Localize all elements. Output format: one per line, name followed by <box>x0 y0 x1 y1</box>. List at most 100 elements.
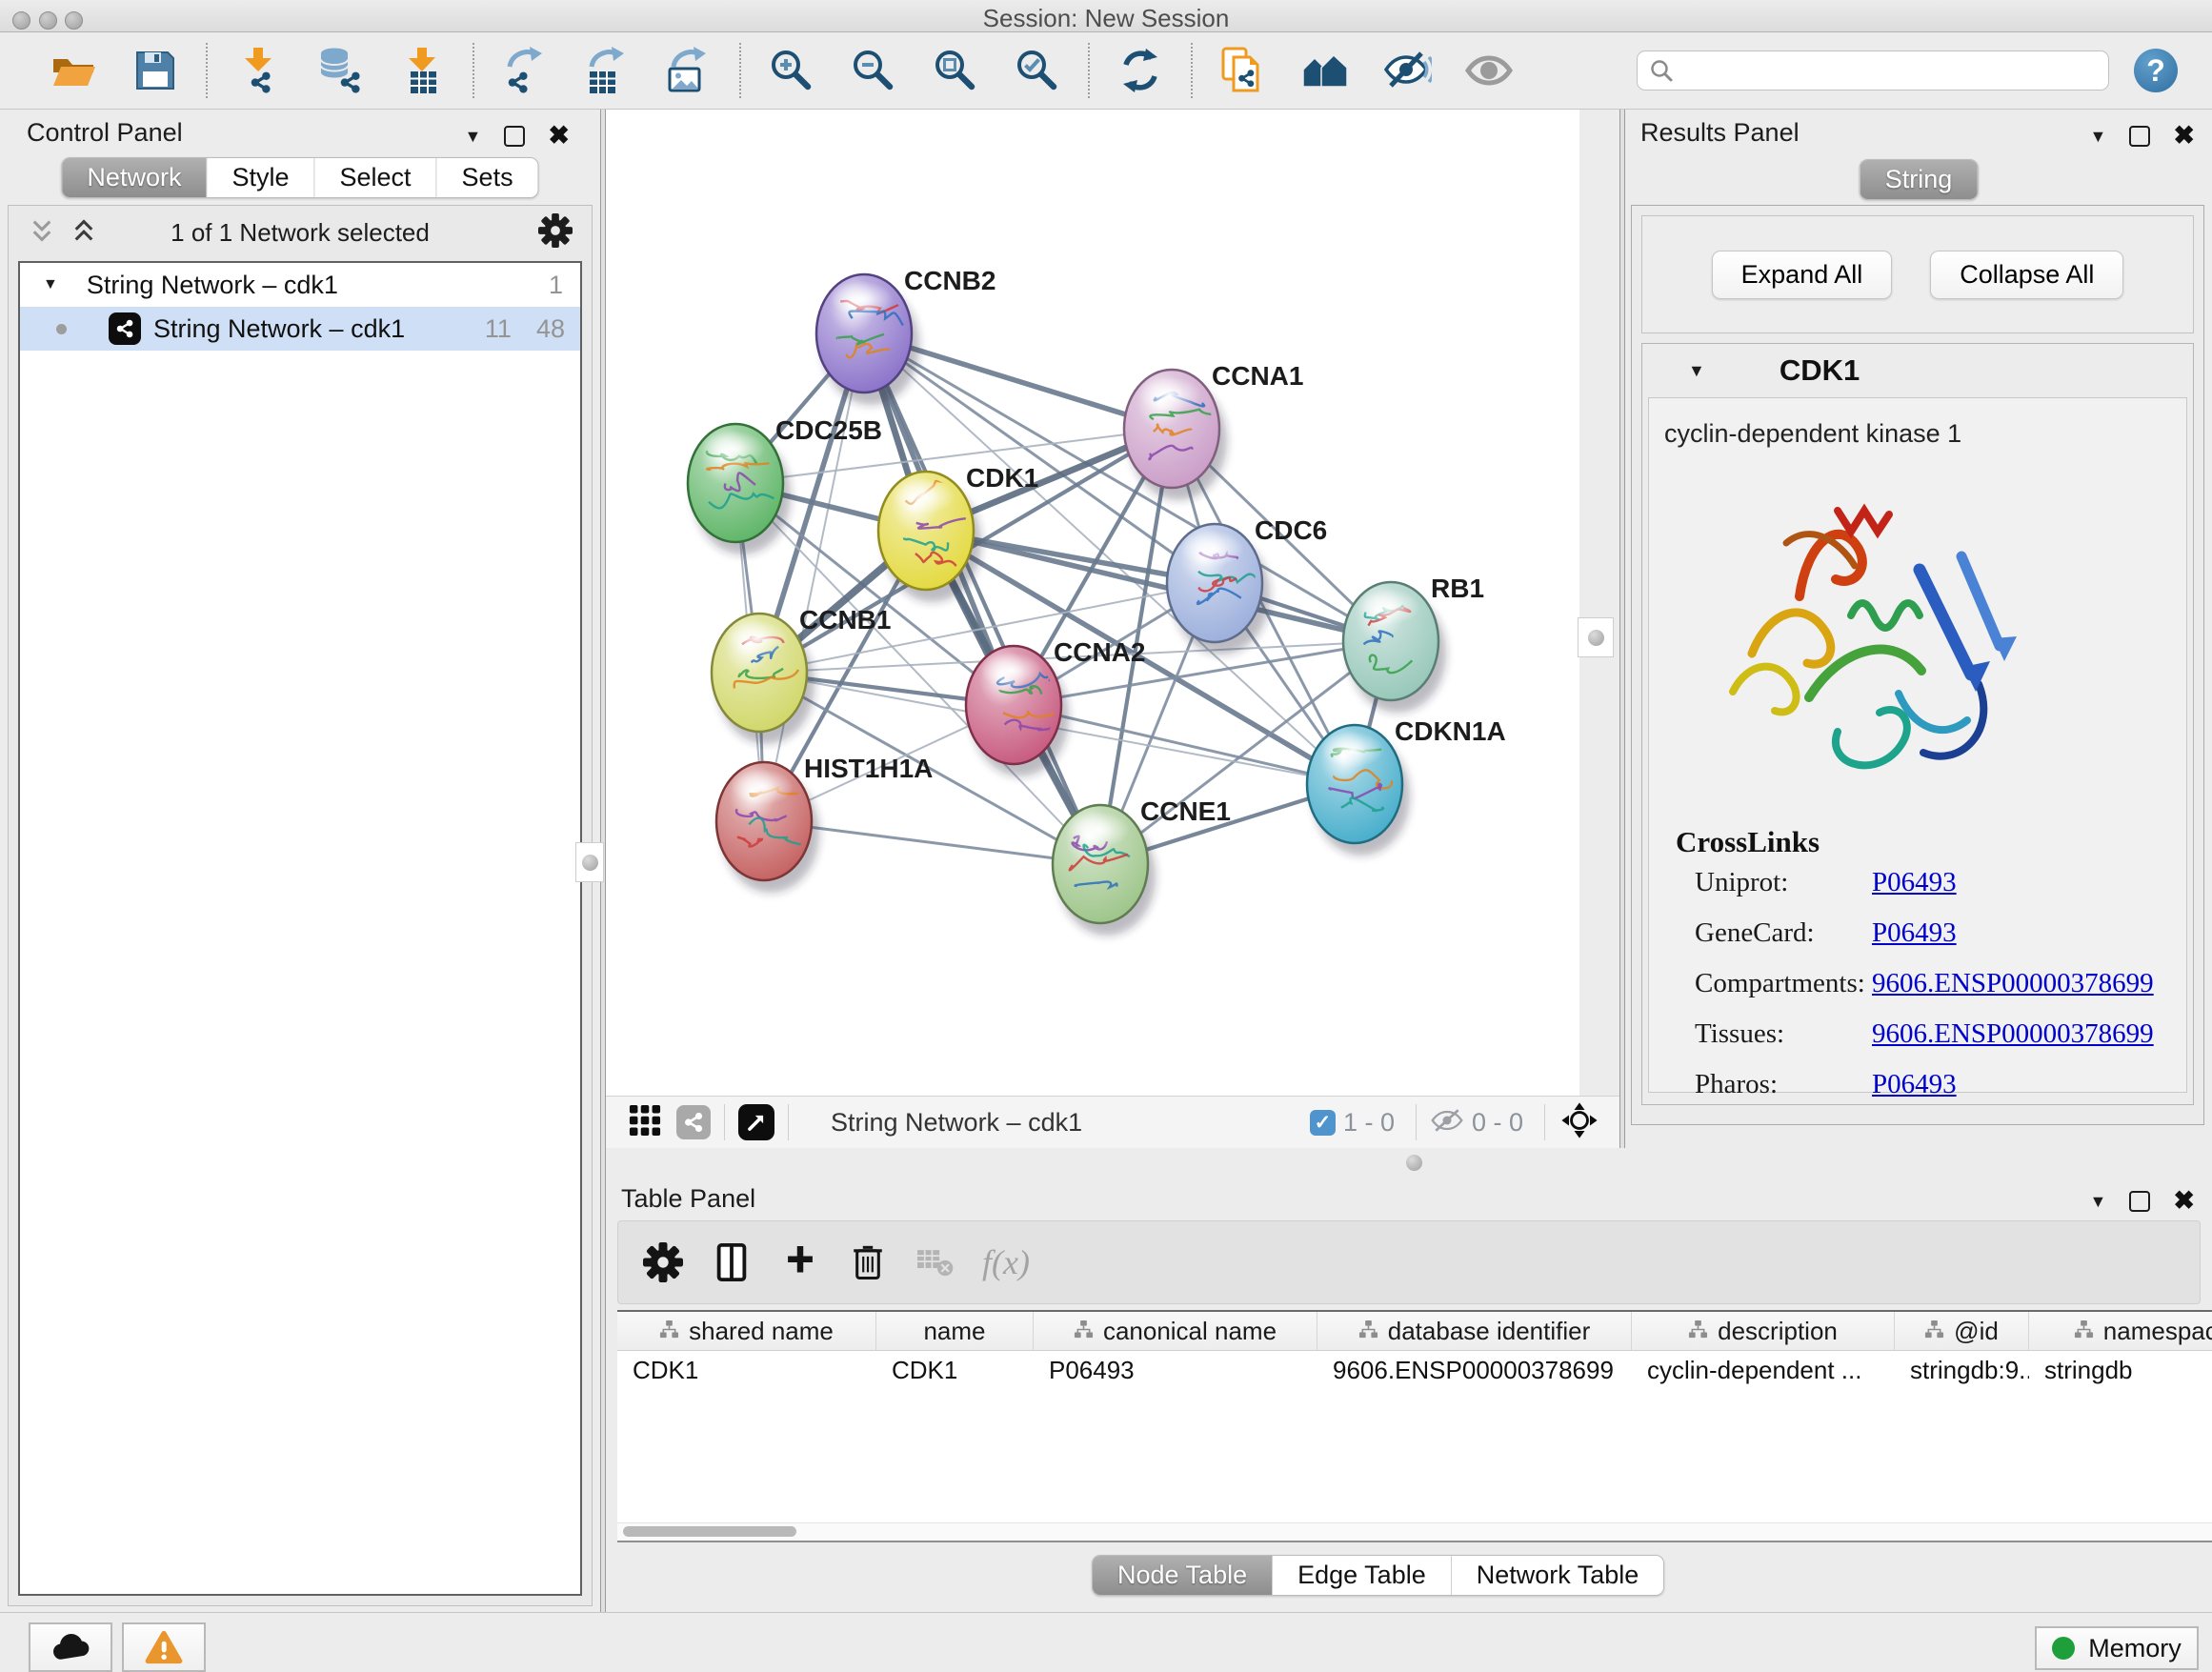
crosslink-value-link[interactable]: 9606.ENSP00000378699 <box>1872 968 2154 998</box>
search-box[interactable] <box>1637 50 2109 91</box>
table-settings-gear-icon[interactable] <box>643 1242 683 1282</box>
selected-count-checkbox-icon[interactable]: ✓ <box>1310 1110 1336 1136</box>
network-node-RB1[interactable]: RB1 <box>1343 574 1484 713</box>
help-button[interactable]: ? <box>2134 49 2178 92</box>
float-panel-icon[interactable] <box>504 126 525 147</box>
table-row[interactable]: CDK1CDK1P064939606.ENSP00000378699cyclin… <box>617 1351 2212 1389</box>
cloud-services-button[interactable] <box>29 1622 112 1672</box>
export-table-to-file-icon[interactable] <box>582 46 632 95</box>
expand-all-button[interactable]: Expand All <box>1712 251 1893 299</box>
crosslink-value-link[interactable]: P06493 <box>1872 917 1957 948</box>
table-cell[interactable]: P06493 <box>1034 1351 1317 1389</box>
table-cell[interactable]: stringdb <box>2029 1351 2212 1389</box>
float-panel-icon[interactable] <box>2129 1191 2150 1212</box>
show-columns-icon[interactable] <box>712 1242 752 1282</box>
table-cell[interactable]: CDK1 <box>617 1351 876 1389</box>
column-header-databaseidentifier[interactable]: database identifier <box>1317 1312 1632 1350</box>
close-panel-icon[interactable]: ✖ <box>548 123 570 149</box>
tab-network-table[interactable]: Network Table <box>1452 1556 1664 1595</box>
close-panel-icon[interactable]: ✖ <box>2173 123 2195 149</box>
refresh-view-icon[interactable] <box>1116 46 1165 95</box>
column-label: @id <box>1954 1317 1999 1346</box>
column-header-name[interactable]: name <box>876 1312 1034 1350</box>
homes-icon[interactable] <box>1300 46 1350 95</box>
table-cell[interactable]: 9606.ENSP00000378699 <box>1317 1351 1632 1389</box>
table-horizontal-scrollbar[interactable] <box>617 1522 2212 1541</box>
bottom-divider-handle[interactable] <box>1406 1155 1422 1171</box>
tab-sets[interactable]: Sets <box>437 158 538 197</box>
right-divider-handle[interactable] <box>1578 617 1614 657</box>
zoom-out-icon[interactable] <box>849 46 898 95</box>
save-session-icon[interactable] <box>131 46 180 95</box>
node-label: CDC6 <box>1255 515 1327 545</box>
memory-button[interactable]: Memory <box>2035 1626 2199 1670</box>
export-image-icon[interactable] <box>664 46 714 95</box>
network-node-CDC6[interactable]: CDC6 <box>1167 515 1327 655</box>
network-options-gear-icon[interactable] <box>538 213 573 252</box>
tab-edge-table[interactable]: Edge Table <box>1273 1556 1452 1595</box>
tab-select[interactable]: Select <box>314 158 436 197</box>
column-header-id[interactable]: @id <box>1895 1312 2029 1350</box>
table-cell[interactable]: cyclin-dependent ... <box>1632 1351 1895 1389</box>
float-panel-icon[interactable] <box>2129 126 2150 147</box>
search-input[interactable] <box>1683 55 2108 87</box>
network-node-CCNB2[interactable]: CCNB2 <box>816 266 995 405</box>
delete-column-icon[interactable] <box>849 1241 887 1283</box>
crosslink-value-link[interactable]: P06493 <box>1872 867 1957 897</box>
zoom-fit-content-icon[interactable] <box>931 46 980 95</box>
crosslink-value-link[interactable]: P06493 <box>1872 1069 1957 1099</box>
export-network-to-file-icon[interactable] <box>500 46 550 95</box>
birds-eye-view-icon[interactable] <box>1558 1099 1600 1146</box>
clone-network-icon[interactable] <box>1218 46 1268 95</box>
results-panel: Results Panel ▼ ✖ String Expand All Coll… <box>1625 110 2212 1148</box>
column-header-sharedname[interactable]: shared name <box>617 1312 876 1350</box>
tab-node-table[interactable]: Node Table <box>1093 1556 1273 1595</box>
collapse-all-button[interactable]: Collapse All <box>1930 251 2123 299</box>
column-header-namespace[interactable]: namespace <box>2029 1312 2212 1350</box>
network-node-CCNA1[interactable]: CCNA1 <box>1124 361 1303 500</box>
import-network-from-database-icon[interactable] <box>315 46 365 95</box>
warnings-button[interactable] <box>122 1622 206 1672</box>
network-node-CCNB1[interactable]: CCNB1 <box>712 605 891 744</box>
crosslink-value-link[interactable]: 9606.ENSP00000378699 <box>1872 1018 2154 1049</box>
column-header-description[interactable]: description <box>1632 1312 1895 1350</box>
scrollbar-thumb[interactable] <box>623 1526 796 1537</box>
close-panel-icon[interactable]: ✖ <box>2173 1188 2195 1214</box>
network-node-CCNE1[interactable]: CCNE1 <box>1053 796 1231 936</box>
panel-menu-icon[interactable]: ▼ <box>2090 128 2107 145</box>
tab-network[interactable]: Network <box>62 158 207 197</box>
tab-string[interactable]: String <box>1860 160 1978 199</box>
table-cell[interactable]: CDK1 <box>876 1351 1034 1389</box>
left-divider-handle[interactable] <box>575 842 604 882</box>
detach-view-icon[interactable] <box>738 1104 774 1140</box>
collection-twisty-icon[interactable]: ▼ <box>43 277 58 292</box>
zoom-in-icon[interactable] <box>767 46 816 95</box>
show-eye-icon[interactable] <box>1464 46 1514 95</box>
tab-style[interactable]: Style <box>207 158 314 197</box>
network-row-selected[interactable]: String Network – cdk1 11 48 <box>20 307 580 351</box>
grid-view-icon[interactable] <box>629 1104 661 1141</box>
column-label: canonical name <box>1103 1317 1277 1346</box>
panel-menu-icon[interactable]: ▼ <box>465 128 482 145</box>
collection-label: String Network – cdk1 <box>87 271 338 300</box>
panel-menu-icon[interactable]: ▼ <box>2090 1193 2107 1210</box>
add-column-icon[interactable] <box>780 1242 820 1282</box>
table-cell[interactable]: stringdb:9... <box>1895 1351 2029 1389</box>
table-toolbar: f(x) <box>617 1220 2201 1304</box>
import-network-from-file-icon[interactable] <box>233 46 283 95</box>
network-node-CDKN1A[interactable]: CDKN1A <box>1307 716 1506 856</box>
crosslink-row: Tissues:9606.ENSP00000378699 <box>1695 1018 2190 1050</box>
node-label: HIST1H1A <box>804 754 933 783</box>
open-session-icon[interactable] <box>49 46 98 95</box>
network-node-HIST1H1A[interactable]: HIST1H1A <box>716 754 933 893</box>
zoom-selected-icon[interactable] <box>1013 46 1062 95</box>
network-collection-row[interactable]: ▼ String Network – cdk1 1 <box>20 263 580 307</box>
toolbar-separator <box>206 43 208 98</box>
import-table-from-file-icon[interactable] <box>397 46 447 95</box>
network-share-view-icon[interactable] <box>676 1105 711 1139</box>
column-header-canonicalname[interactable]: canonical name <box>1034 1312 1317 1350</box>
protein-twisty-icon[interactable]: ▼ <box>1688 362 1705 379</box>
network-edges[interactable] <box>735 333 1391 864</box>
hide-eye-icon[interactable] <box>1382 46 1432 95</box>
network-canvas[interactable]: CCNB2 CCNA1 CDC25B CDK1 CDC6 <box>606 110 1579 1096</box>
